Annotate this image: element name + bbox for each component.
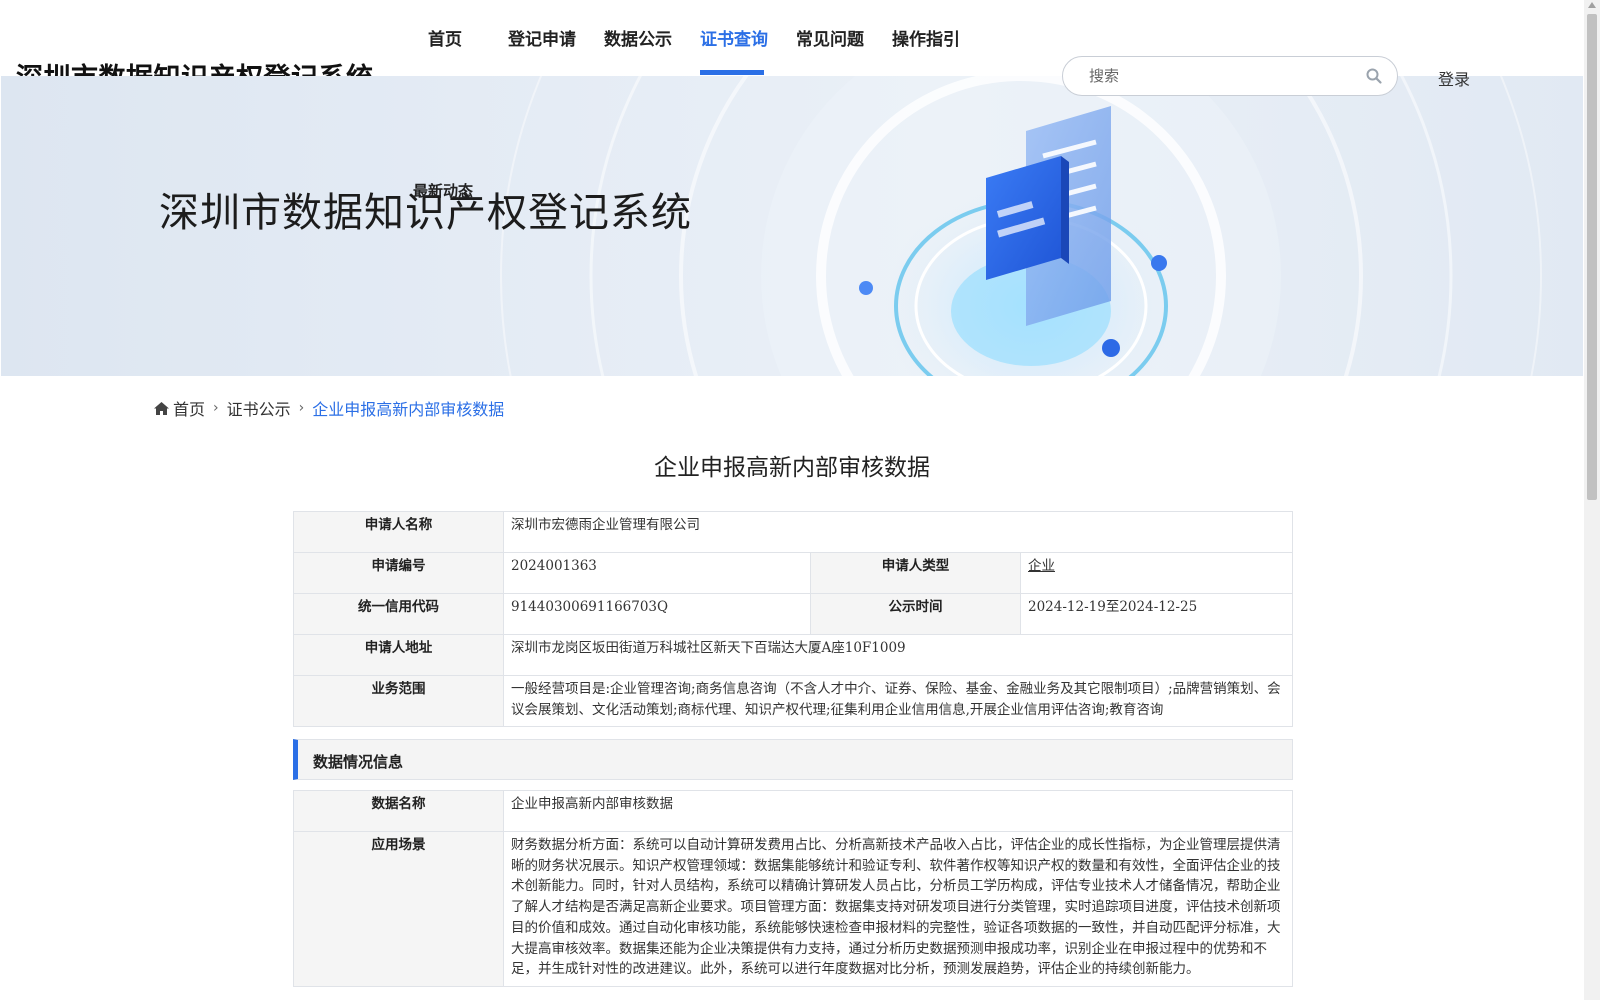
- applicant-name-label: 申请人名称: [293, 511, 504, 553]
- nav-certificate-query[interactable]: 证书查询: [700, 25, 768, 50]
- chevron-right-icon: ›: [213, 400, 219, 416]
- page-title: 企业申报高新内部审核数据: [654, 455, 930, 481]
- table-row: 应用场景 财务数据分析方面：系统可以自动计算研发费用占比、分析高新技术产品收入占…: [293, 831, 1293, 987]
- table-row: 统一信用代码 91440300691166703Q 公示时间 2024-12-1…: [293, 593, 1293, 635]
- breadcrumb-certificate-publicity[interactable]: 证书公示: [227, 396, 291, 420]
- nav-faq[interactable]: 常见问题: [796, 25, 864, 50]
- nav-latest-news[interactable]: 最新动态: [413, 180, 473, 201]
- search-box: [1062, 56, 1398, 96]
- login-link[interactable]: 登录: [1438, 66, 1470, 90]
- table-row: 数据名称 企业申报高新内部审核数据: [293, 790, 1293, 832]
- application-number-label: 申请编号: [293, 552, 504, 594]
- table-row: 申请人地址 深圳市龙岗区坂田街道万科城社区新天下百瑞达大厦A座10F1009: [293, 634, 1293, 676]
- scroll-up-arrow-icon[interactable]: [1588, 2, 1596, 8]
- application-scenario-value: 财务数据分析方面：系统可以自动计算研发费用占比、分析高新技术产品收入占比，评估企…: [503, 831, 1293, 987]
- applicant-type-label: 申请人类型: [810, 552, 1021, 594]
- credit-code-label: 统一信用代码: [293, 593, 504, 635]
- table-row: 业务范围 一般经营项目是:企业管理咨询;商务信息咨询（不含人才中介、证券、保险、…: [293, 674, 1293, 728]
- applicant-address-label: 申请人地址: [293, 634, 504, 676]
- scrollbar-thumb[interactable]: [1587, 14, 1597, 500]
- table-row: 申请人名称 深圳市宏德雨企业管理有限公司: [293, 511, 1293, 553]
- home-icon: [154, 401, 169, 415]
- breadcrumb-home[interactable]: 首页: [173, 396, 205, 420]
- table-row: 申请编号 2024001363 申请人类型 企业: [293, 552, 1293, 594]
- business-scope-label: 业务范围: [293, 674, 504, 728]
- applicant-name-value: 深圳市宏德雨企业管理有限公司: [503, 511, 1293, 553]
- search-input[interactable]: [1089, 65, 1349, 87]
- data-info-table: 数据名称 企业申报高新内部审核数据 应用场景 财务数据分析方面：系统可以自动计算…: [293, 790, 1293, 987]
- breadcrumb-current: 企业申报高新内部审核数据: [312, 400, 505, 419]
- search-icon[interactable]: [1365, 67, 1383, 85]
- nav-data-publicity[interactable]: 数据公示: [604, 25, 672, 50]
- application-number-value: 2024001363: [503, 552, 811, 594]
- business-scope-value: 一般经营项目是:企业管理咨询;商务信息咨询（不含人才中介、证券、保险、基金、金融…: [503, 674, 1293, 728]
- nav-registration-apply[interactable]: 登记申请: [508, 25, 576, 50]
- applicant-address-value: 深圳市龙岗区坂田街道万科城社区新天下百瑞达大厦A座10F1009: [503, 634, 1293, 676]
- publicity-time-label: 公示时间: [810, 593, 1021, 635]
- publicity-time-value: 2024-12-19至2024-12-25: [1020, 593, 1293, 635]
- data-info-section-title: 数据情况信息: [293, 739, 1293, 780]
- application-scenario-label: 应用场景: [293, 831, 504, 987]
- page-scrollbar[interactable]: [1584, 0, 1600, 1000]
- breadcrumb: 首页 › 证书公示 › 企业申报高新内部审核数据: [154, 396, 504, 420]
- nav-operation-guide[interactable]: 操作指引: [892, 25, 960, 50]
- data-name-label: 数据名称: [293, 790, 504, 832]
- nav-home[interactable]: 首页: [428, 25, 462, 50]
- applicant-info-table: 申请人名称 深圳市宏德雨企业管理有限公司 申请编号 2024001363 申请人…: [293, 511, 1293, 728]
- nav-active-indicator: [700, 70, 764, 75]
- data-name-value: 企业申报高新内部审核数据: [503, 790, 1293, 832]
- applicant-type-value[interactable]: 企业: [1028, 558, 1055, 574]
- hero-banner: 深圳市数据知识产权登记系统 最新动态: [1, 76, 1583, 376]
- chevron-right-icon: ›: [298, 400, 305, 416]
- credit-code-value: 91440300691166703Q: [503, 593, 811, 635]
